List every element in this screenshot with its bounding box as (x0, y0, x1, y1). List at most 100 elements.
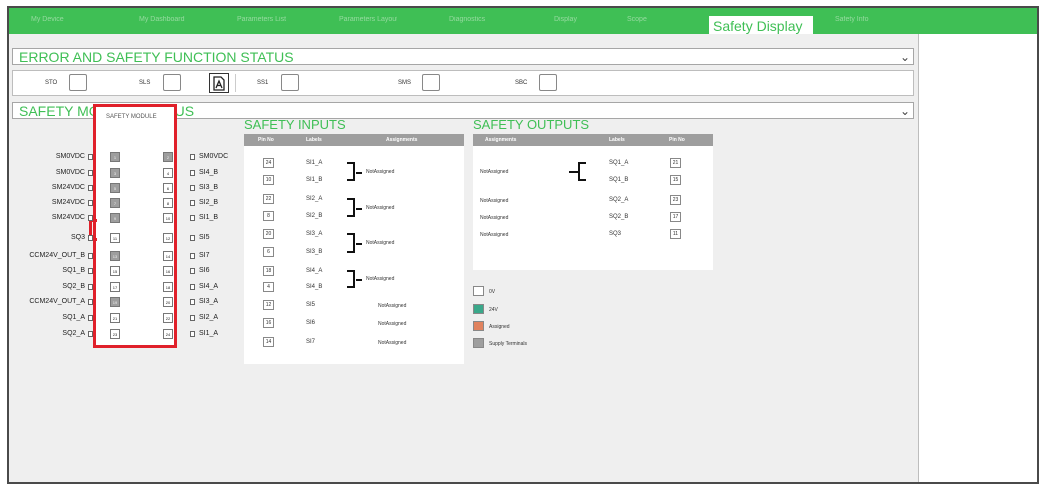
header-labels: Labels (306, 137, 322, 143)
input-label: SI4_B (306, 284, 323, 290)
function-status-sms (422, 74, 440, 91)
right-connector (190, 215, 195, 221)
right-signal-label: SI2_B (199, 199, 219, 206)
tab-item[interactable]: Parameters List (237, 16, 295, 26)
pin: 13 (110, 251, 120, 261)
left-connector (88, 215, 93, 221)
legend-swatch (473, 321, 484, 331)
pin: 9 (110, 213, 120, 223)
safety-module-title: SAFETY MODULE (106, 114, 157, 120)
legend-swatch (473, 304, 484, 314)
tab-item[interactable]: Display (554, 16, 612, 26)
right-signal-label: SI6 (199, 267, 210, 274)
bracket-tick (356, 243, 362, 245)
pin: 3 (110, 168, 120, 178)
input-label: SI3_B (306, 249, 323, 255)
input-assignment: NotAssigned (366, 240, 395, 246)
input-assignment: NotAssigned (366, 276, 395, 282)
input-pin-number: 20 (263, 229, 274, 239)
left-connector (88, 185, 93, 191)
function-label-sms: SMS (398, 80, 412, 86)
output-pin-number: 15 (670, 175, 681, 185)
legend-label: 24V (489, 307, 498, 313)
tab-item[interactable]: My Dashboard (139, 16, 197, 26)
right-connector (190, 170, 195, 176)
bracket-tick (356, 171, 362, 174)
pair-bracket (347, 198, 355, 217)
pin: 24 (163, 329, 173, 339)
right-connector (190, 253, 195, 259)
legend-label: 0V (489, 289, 496, 295)
pin: 18 (163, 282, 173, 292)
pair-bracket (347, 233, 355, 253)
legend-label: Supply Terminals (489, 341, 527, 347)
right-connector (190, 284, 195, 290)
output-label: SQ2_A (609, 197, 629, 203)
tab-item[interactable]: Diagnostics (449, 16, 507, 26)
divider (235, 74, 236, 92)
left-signal-label: SM0VDC (55, 153, 85, 160)
left-signal-label: SM0VDC (55, 169, 85, 176)
right-connector (190, 315, 195, 321)
left-signal-label: SM24VDC (51, 214, 85, 221)
pin: 7 (110, 198, 120, 208)
input-pin-number: 8 (263, 211, 274, 221)
left-connector (88, 235, 93, 241)
header-assignments: Assignments (386, 137, 418, 143)
chevron-down-icon[interactable]: ⌄ (900, 49, 910, 65)
chevron-down-icon[interactable]: ⌄ (900, 103, 910, 119)
output-pin-number: 17 (670, 212, 681, 222)
output-assignment: NotAssigned (480, 215, 509, 221)
tab-item[interactable]: My Device (31, 16, 89, 26)
pin: 1 (110, 152, 120, 162)
pin: 19 (110, 297, 120, 307)
header-labels: Labels (609, 137, 625, 143)
pin: 6 (163, 183, 173, 193)
input-assignment: NotAssigned (366, 168, 395, 175)
left-signal-label: SQ1_A (62, 314, 85, 321)
input-label: SI3_A (306, 231, 323, 237)
pin: 23 (110, 329, 120, 339)
legend-swatch (473, 338, 484, 348)
safety-inputs-header: Pin No Labels Assignments (244, 134, 464, 146)
pair-bracket (578, 162, 586, 181)
right-connector (190, 235, 195, 241)
right-connector (190, 185, 195, 191)
output-label: SQ1_A (609, 160, 629, 166)
document-icon[interactable] (209, 73, 229, 93)
left-signal-label: SQ3 (70, 234, 85, 241)
legend-swatch (473, 286, 484, 296)
input-assignment: NotAssigned (366, 204, 395, 211)
header-pin-no: Pin No (669, 137, 685, 143)
pin: 20 (163, 297, 173, 307)
tab-item[interactable]: Safety Info (835, 16, 885, 26)
pin: 8 (163, 198, 173, 208)
function-status-ss1 (281, 74, 299, 91)
safety-outputs-title: SAFETY OUTPUTS (473, 117, 590, 132)
tab-item[interactable]: Scope (627, 16, 685, 26)
pin: 17 (110, 282, 120, 292)
right-signal-label: SI4_B (199, 169, 219, 176)
input-label: SI4_A (306, 268, 323, 274)
input-assignment: NotAssigned (378, 321, 407, 327)
safety-outputs-panel: Assignments Labels Pin No NotAssigned SQ1… (473, 134, 713, 270)
right-signal-label: SM0VDC (199, 153, 229, 160)
left-connector (88, 170, 93, 176)
left-signal-label: SQ1_B (62, 267, 85, 274)
pin: 16 (163, 266, 173, 276)
input-assignment: NotAssigned (378, 303, 407, 309)
input-label: SI6 (306, 320, 316, 326)
input-label: SI5 (306, 302, 316, 308)
right-connector (190, 268, 195, 274)
left-signal-label: SM24VDC (51, 184, 85, 191)
tab-item[interactable]: Parameters Layout (339, 16, 397, 26)
bracket-tick (569, 171, 578, 173)
input-pin-number: 6 (263, 247, 274, 257)
legend-label: Assigned (489, 324, 510, 330)
pin: 21 (110, 313, 120, 323)
left-connector (88, 299, 93, 305)
error-section-header[interactable]: ERROR AND SAFETY FUNCTION STATUS ⌄ (12, 48, 914, 65)
function-status-sto (69, 74, 87, 91)
left-signal-label: SM24VDC (51, 199, 85, 206)
bracket-tick (356, 279, 362, 281)
